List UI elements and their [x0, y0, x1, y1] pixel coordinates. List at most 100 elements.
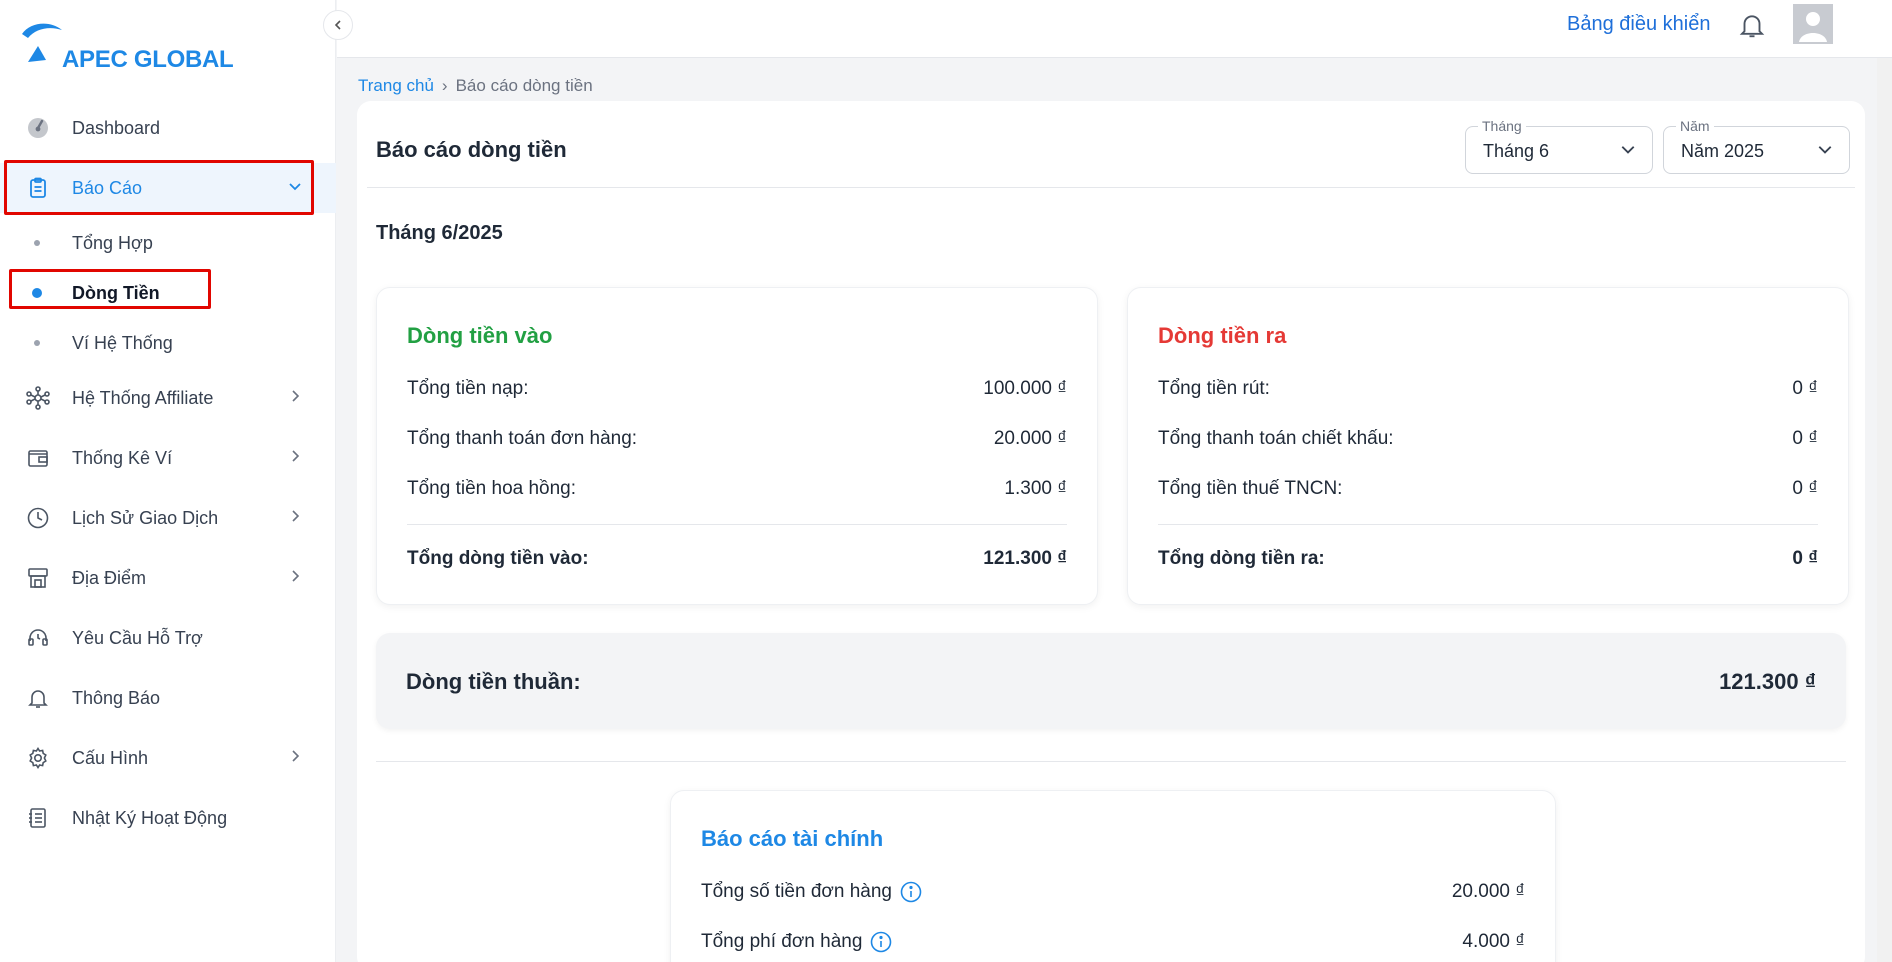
cash-in-row: Tổng thanh toán đơn hàng: 20.000 ₫: [407, 428, 1067, 454]
cash-in-row: Tổng tiền nạp: 100.000 ₫: [407, 378, 1067, 404]
sidebar-item-label: Địa Điểm: [72, 567, 147, 588]
sidebar-item-label: Cấu Hình: [72, 747, 149, 768]
wallet-icon: [25, 445, 51, 471]
sidebar-item-thong-bao[interactable]: Thông Báo: [0, 673, 336, 723]
panel-divider: [407, 524, 1067, 525]
page-title: Báo cáo dòng tiền: [376, 137, 567, 162]
row-label: Tổng số tiền đơn hàng: [701, 881, 922, 903]
bell-icon[interactable]: [1737, 10, 1767, 45]
sidebar-subitem-label: Ví Hệ Thống: [72, 332, 173, 353]
sidebar-subitem-label: Tổng Hợp: [72, 232, 153, 253]
sidebar-subitem-tong-hop[interactable]: Tổng Hợp: [0, 223, 336, 263]
sidebar-item-bao-cao[interactable]: Báo Cáo: [0, 163, 336, 213]
row-value: 20.000 ₫: [993, 428, 1067, 449]
headset-icon: [25, 625, 51, 651]
row-label: Tổng tiền nạp:: [407, 378, 529, 399]
row-value: 1.300 ₫: [1004, 478, 1067, 499]
year-select[interactable]: Năm Năm 2025: [1663, 118, 1850, 174]
sidebar-item-thong-ke-vi[interactable]: Thống Kê Ví: [0, 433, 336, 483]
row-label: Tổng thanh toán chiết khấu:: [1158, 428, 1394, 449]
month-select-legend: Tháng: [1478, 118, 1526, 134]
info-icon[interactable]: [870, 931, 892, 953]
cash-out-row: Tổng tiền thuế TNCN: 0 ₫: [1158, 478, 1818, 504]
breadcrumb-home-link[interactable]: Trang chủ: [358, 76, 434, 95]
brand-name: APEC GLOBAL: [62, 46, 234, 73]
section-divider: [376, 761, 1846, 762]
panel-divider: [1158, 524, 1818, 525]
net-cash-label: Dòng tiền thuần:: [406, 669, 581, 694]
cash-in-title: Dòng tiền vào: [407, 323, 553, 348]
cash-in-panel: Dòng tiền vào Tổng tiền nạp: 100.000 ₫ T…: [376, 287, 1098, 605]
row-value: 0 ₫: [1792, 428, 1818, 449]
financial-row: Tổng phí đơn hàng 4.000 ₫: [701, 931, 1525, 957]
cash-out-total-row: Tổng dòng tiền ra: 0 ₫: [1158, 548, 1818, 574]
sidebar-collapse-button[interactable]: [323, 10, 353, 40]
bell-icon: [25, 685, 51, 711]
cash-out-title: Dòng tiền ra: [1158, 323, 1287, 348]
sidebar-item-dashboard[interactable]: Dashboard: [0, 103, 336, 153]
sidebar-item-cau-hinh[interactable]: Cấu Hình: [0, 733, 336, 783]
clipboard-icon: [25, 175, 51, 201]
row-label-text: Tổng phí đơn hàng: [701, 931, 863, 952]
net-cash-value: 121.300 ₫: [1719, 669, 1816, 694]
bullet-icon: [34, 240, 40, 246]
breadcrumb-chevron-icon: ›: [441, 76, 448, 95]
chevron-left-icon: [334, 20, 341, 30]
financial-report-title: Báo cáo tài chính: [701, 826, 884, 851]
chevron-right-icon: [288, 569, 302, 587]
page-scrollbar[interactable]: [1877, 58, 1892, 962]
row-label: Tổng phí đơn hàng: [701, 931, 892, 953]
financial-report-panel: Báo cáo tài chính Tổng số tiền đơn hàng …: [670, 790, 1556, 962]
chevron-down-icon: [1620, 141, 1636, 162]
dashboard-link[interactable]: Bảng điều khiển: [1567, 13, 1710, 36]
cash-in-row: Tổng tiền hoa hồng: 1.300 ₫: [407, 478, 1067, 504]
year-select-legend: Năm: [1676, 118, 1714, 134]
breadcrumb: Trang chủ › Báo cáo dòng tiền: [358, 76, 593, 96]
report-period: Tháng 6/2025: [376, 222, 503, 244]
row-value: 100.000 ₫: [983, 378, 1067, 399]
sidebar-item-lich-su-giao-dich[interactable]: Lịch Sử Giao Dịch: [0, 493, 336, 543]
month-select[interactable]: Tháng Tháng 6: [1465, 118, 1653, 174]
total-label: Tổng dòng tiền vào:: [407, 548, 589, 569]
chevron-right-icon: [288, 749, 302, 767]
report-card: Báo cáo dòng tiền Tháng Tháng 6 Năm Năm …: [357, 101, 1865, 962]
sidebar-item-label: Hệ Thống Affiliate: [72, 387, 214, 408]
gauge-icon: [25, 115, 51, 141]
sidebar-item-nhat-ky[interactable]: Nhật Ký Hoạt Động: [0, 793, 336, 843]
chevron-right-icon: [288, 449, 302, 467]
chevron-right-icon: [288, 509, 302, 527]
sidebar-item-label: Thông Báo: [72, 687, 161, 708]
sidebar-subitem-vi-he-thong[interactable]: Ví Hệ Thống: [0, 323, 336, 363]
row-label: Tổng tiền rút:: [1158, 378, 1270, 399]
sidebar-item-yeu-cau-ho-tro[interactable]: Yêu Cầu Hỗ Trợ: [0, 613, 336, 663]
total-value: 121.300 ₫: [983, 548, 1067, 569]
row-value: 0 ₫: [1792, 378, 1818, 399]
sidebar-item-affiliate[interactable]: Hệ Thống Affiliate: [0, 373, 336, 423]
sidebar-item-label: Yêu Cầu Hỗ Trợ: [72, 627, 203, 648]
log-icon: [25, 805, 51, 831]
row-value: 20.000 ₫: [1451, 881, 1525, 902]
sidebar-item-label: Lịch Sử Giao Dịch: [72, 507, 219, 528]
bullet-icon: [34, 340, 40, 346]
sidebar-item-dia-diem[interactable]: Địa Điểm: [0, 553, 336, 603]
info-icon[interactable]: [900, 881, 922, 903]
breadcrumb-current: Báo cáo dòng tiền: [455, 76, 593, 95]
chevron-down-icon: [1817, 141, 1833, 162]
row-value: 4.000 ₫: [1462, 931, 1525, 952]
gear-icon: [25, 745, 51, 771]
row-label: Tổng thanh toán đơn hàng:: [407, 428, 638, 449]
row-label-text: Tổng số tiền đơn hàng: [701, 881, 892, 902]
sidebar-item-label: Nhật Ký Hoạt Động: [72, 807, 228, 828]
sidebar: APEC GLOBAL Dashboard Báo Cáo Tổng Hợp D…: [0, 0, 336, 962]
row-label: Tổng tiền hoa hồng:: [407, 478, 577, 499]
user-avatar-icon[interactable]: [1793, 4, 1833, 44]
sidebar-item-label: Dashboard: [72, 117, 161, 138]
year-select-value: Năm 2025: [1681, 141, 1765, 161]
sidebar-subitem-dong-tien[interactable]: Dòng Tiền: [0, 273, 336, 313]
chevron-down-icon: [288, 179, 302, 197]
store-icon: [25, 565, 51, 591]
active-bullet-icon: [32, 288, 42, 298]
network-icon: [25, 385, 51, 411]
sidebar-item-label: Thống Kê Ví: [72, 447, 173, 468]
cash-out-row: Tổng thanh toán chiết khấu: 0 ₫: [1158, 428, 1818, 454]
